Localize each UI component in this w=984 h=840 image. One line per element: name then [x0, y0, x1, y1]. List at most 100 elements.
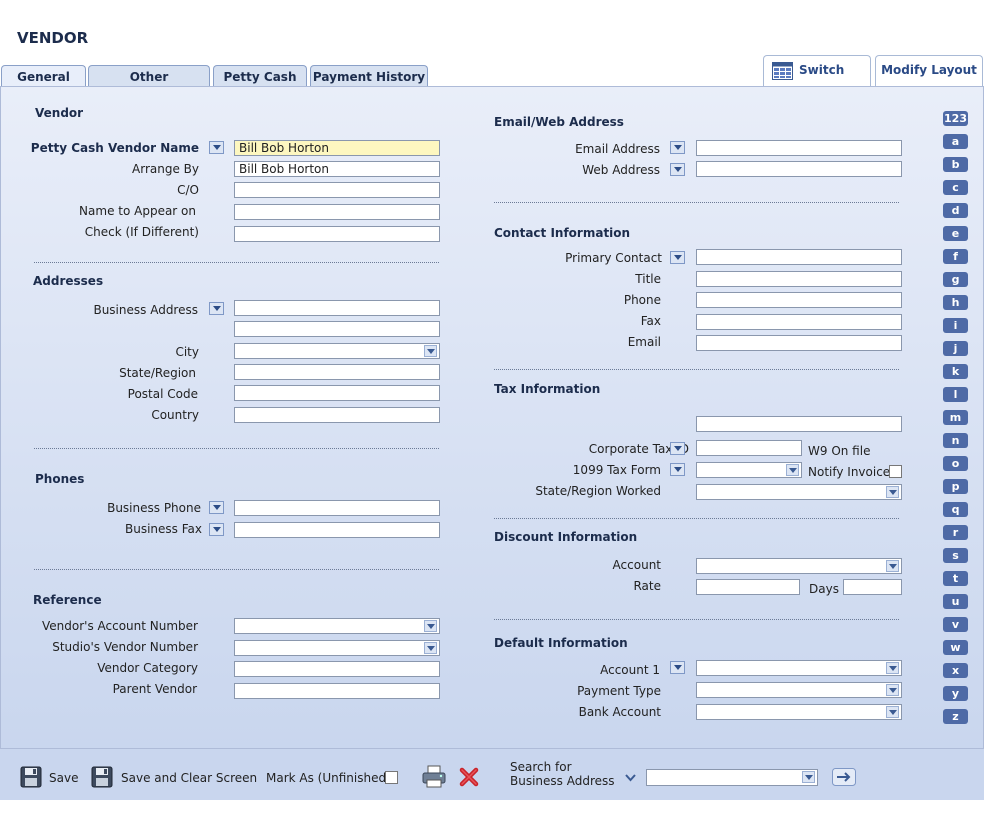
- country-field[interactable]: [234, 407, 440, 423]
- alpha-index-q[interactable]: q: [943, 502, 968, 517]
- chevron-down-icon[interactable]: [670, 661, 685, 674]
- arrange-by-field[interactable]: Bill Bob Horton: [234, 161, 440, 177]
- alpha-index-j[interactable]: j: [943, 341, 968, 356]
- corporate-tax-id-field[interactable]: [696, 440, 802, 456]
- alpha-index-v[interactable]: v: [943, 617, 968, 632]
- tax-blank-field[interactable]: [696, 416, 902, 432]
- chevron-down-icon[interactable]: [670, 463, 685, 476]
- alpha-index-h[interactable]: h: [943, 295, 968, 310]
- chevron-down-icon[interactable]: [670, 442, 685, 455]
- state-region-worked-select[interactable]: [696, 484, 902, 500]
- alpha-index-p[interactable]: p: [943, 479, 968, 494]
- primary-contact-field[interactable]: [696, 249, 902, 265]
- chevron-down-icon[interactable]: [209, 501, 224, 514]
- alpha-index-x[interactable]: x: [943, 663, 968, 678]
- save-disk-icon[interactable]: [20, 766, 42, 788]
- contact-email-field[interactable]: [696, 335, 902, 351]
- tab-general[interactable]: General: [1, 65, 86, 87]
- business-fax-field[interactable]: [234, 522, 440, 538]
- chevron-down-icon[interactable]: [670, 141, 685, 154]
- chevron-down-icon[interactable]: [670, 251, 685, 264]
- alpha-index-u[interactable]: u: [943, 594, 968, 609]
- dropdown-arrow-icon: [424, 345, 437, 357]
- alpha-index-g[interactable]: g: [943, 272, 968, 287]
- vendors-account-number-select[interactable]: [234, 618, 440, 634]
- alpha-index-e[interactable]: e: [943, 226, 968, 241]
- contact-fax-label: Fax: [640, 314, 661, 328]
- search-field-dropdown-icon[interactable]: [624, 772, 637, 784]
- notify-invoice-checkbox[interactable]: [889, 465, 902, 478]
- modify-layout-button[interactable]: Modify Layout: [875, 55, 983, 86]
- search-go-arrow-icon[interactable]: [832, 768, 856, 786]
- mark-as-checkbox[interactable]: [385, 771, 398, 784]
- alpha-index-r[interactable]: r: [943, 525, 968, 540]
- alpha-index-123[interactable]: 123: [943, 111, 968, 126]
- state-region-field[interactable]: [234, 364, 440, 380]
- alpha-index-c[interactable]: c: [943, 180, 968, 195]
- switch-view-button[interactable]: Switch View: [763, 55, 871, 106]
- chevron-down-icon[interactable]: [209, 523, 224, 536]
- save-and-clear-button[interactable]: Save and Clear Screen: [121, 771, 257, 785]
- alpha-index-w[interactable]: w: [943, 640, 968, 655]
- days-field[interactable]: [843, 579, 902, 595]
- contact-phone-field[interactable]: [696, 292, 902, 308]
- bank-account-select[interactable]: [696, 704, 902, 720]
- rate-field[interactable]: [696, 579, 800, 595]
- printer-icon[interactable]: [421, 765, 447, 789]
- co-field[interactable]: [234, 182, 440, 198]
- chevron-down-icon[interactable]: [209, 302, 224, 315]
- account1-select[interactable]: [696, 660, 902, 676]
- tab-other-information[interactable]: Other Information: [88, 65, 210, 106]
- tax-1099-form-select[interactable]: [696, 462, 802, 478]
- web-address-field[interactable]: [696, 161, 902, 177]
- dropdown-arrow-icon: [886, 684, 899, 696]
- tab-payment-history[interactable]: Payment History: [310, 65, 428, 86]
- divider: [494, 369, 899, 370]
- city-label: City: [175, 345, 199, 359]
- alpha-index-s[interactable]: s: [943, 548, 968, 563]
- alpha-index-k[interactable]: k: [943, 364, 968, 379]
- w9-on-file-label: W9 On file: [808, 444, 871, 458]
- business-address-field-2[interactable]: [234, 321, 440, 337]
- contact-fax-field[interactable]: [696, 314, 902, 330]
- business-phone-field[interactable]: [234, 500, 440, 516]
- petty-cash-vendor-name-field[interactable]: Bill Bob Horton: [234, 140, 440, 156]
- check-label: Check (If Different): [84, 225, 199, 239]
- alpha-index-t[interactable]: t: [943, 571, 968, 586]
- chevron-down-icon[interactable]: [209, 141, 224, 154]
- email-address-field[interactable]: [696, 140, 902, 156]
- dropdown-arrow-icon: [424, 620, 437, 632]
- alpha-index-n[interactable]: n: [943, 433, 968, 448]
- studios-vendor-number-select[interactable]: [234, 640, 440, 656]
- alpha-index-l[interactable]: l: [943, 387, 968, 402]
- alpha-index-a[interactable]: a: [943, 134, 968, 149]
- business-address-field[interactable]: [234, 300, 440, 316]
- city-select[interactable]: [234, 343, 440, 359]
- parent-vendor-field[interactable]: [234, 683, 440, 699]
- save-clear-disk-icon[interactable]: [91, 766, 113, 788]
- corporate-tax-id-label: Corporate Tax ID: [588, 442, 689, 456]
- grid-icon: [772, 62, 793, 80]
- postal-code-field[interactable]: [234, 385, 440, 401]
- search-input[interactable]: [646, 769, 818, 786]
- parent-vendor-label: Parent Vendor: [112, 682, 197, 696]
- tab-petty-cash[interactable]: Petty Cash: [213, 65, 307, 86]
- discount-account-select[interactable]: [696, 558, 902, 574]
- alpha-index-b[interactable]: b: [943, 157, 968, 172]
- alpha-index-i[interactable]: i: [943, 318, 968, 333]
- contact-title-field[interactable]: [696, 271, 902, 287]
- alpha-index-m[interactable]: m: [943, 410, 968, 425]
- save-button[interactable]: Save: [49, 771, 78, 785]
- vendor-category-field[interactable]: [234, 661, 440, 677]
- alpha-index-z[interactable]: z: [943, 709, 968, 724]
- name-to-appear-on-field[interactable]: [234, 204, 440, 220]
- alpha-index-y[interactable]: y: [943, 686, 968, 701]
- check-field[interactable]: [234, 226, 440, 242]
- payment-type-select[interactable]: [696, 682, 902, 698]
- alpha-index-o[interactable]: o: [943, 456, 968, 471]
- alpha-index-d[interactable]: d: [943, 203, 968, 218]
- delete-x-icon[interactable]: [459, 767, 479, 787]
- alpha-index-f[interactable]: f: [943, 249, 968, 264]
- notify-invoice-label: Notify Invoice: [808, 465, 891, 479]
- chevron-down-icon[interactable]: [670, 163, 685, 176]
